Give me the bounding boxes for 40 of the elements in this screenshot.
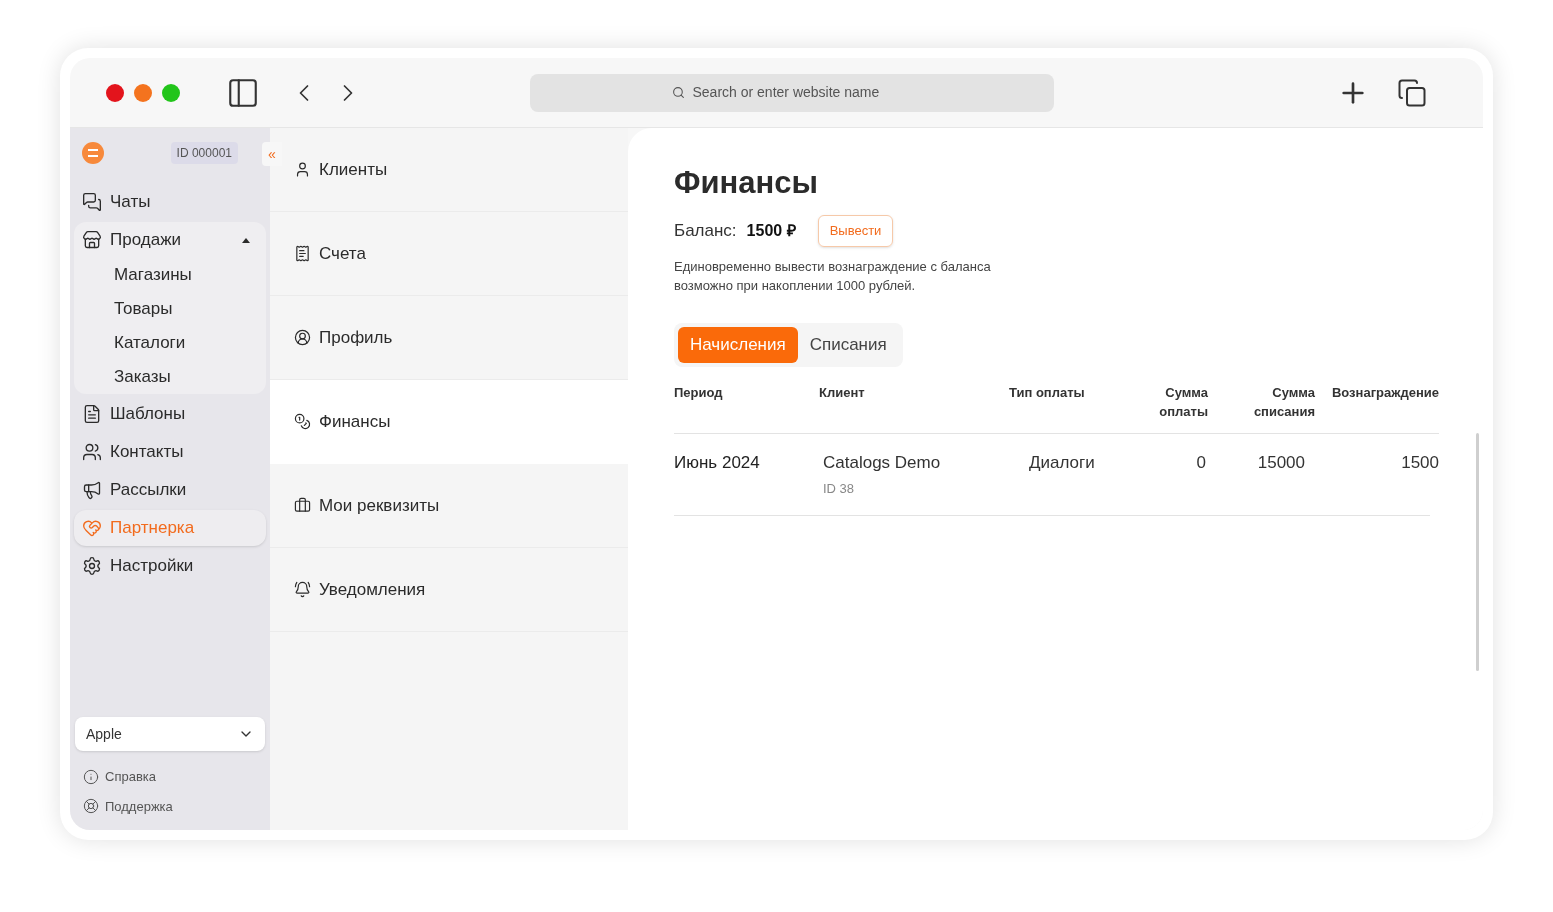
column-header: Сумма оплаты bbox=[1158, 383, 1208, 421]
info-icon bbox=[83, 768, 99, 785]
balance-value: 1500 ₽ bbox=[746, 220, 796, 241]
sidebar-item[interactable]: Шаблоны bbox=[74, 396, 266, 432]
withdraw-note: Единовременно вывести вознаграждение с баланса возможно при накоплении 1000 рублей. bbox=[674, 257, 992, 295]
sidebar-item[interactable]: Контакты bbox=[74, 434, 266, 470]
store-select[interactable]: Apple bbox=[75, 717, 265, 751]
client-id: ID 38 bbox=[823, 480, 856, 498]
sidebar-item[interactable]: Настройки bbox=[74, 548, 266, 584]
column-header: Вознаграждение bbox=[1330, 383, 1439, 402]
submenu-item[interactable]: Финансы bbox=[270, 380, 628, 464]
footer-link[interactable]: Поддержка bbox=[83, 796, 257, 816]
column-header: Сумма списания bbox=[1252, 383, 1315, 421]
table-cell-text: Июнь 2024 bbox=[674, 451, 761, 474]
search-icon bbox=[671, 86, 685, 99]
sidebar-subitem[interactable]: Каталоги bbox=[74, 326, 266, 360]
sidebar-subitem[interactable]: Магазины bbox=[74, 258, 266, 292]
sidebar-item[interactable]: Рассылки bbox=[74, 472, 266, 508]
sidebar-item[interactable]: Чаты bbox=[74, 184, 266, 220]
column-header: Период bbox=[674, 383, 724, 402]
balance-label: Баланс: bbox=[674, 219, 737, 242]
tabs-icon[interactable] bbox=[1397, 77, 1427, 108]
account-id: ID 000001 bbox=[170, 142, 238, 164]
sidebar-item[interactable]: Продажи bbox=[74, 222, 266, 258]
sidebar-subitem[interactable]: Заказы bbox=[74, 360, 266, 394]
tab[interactable]: Списания bbox=[797, 326, 899, 363]
table-cell-text: 0 bbox=[1195, 451, 1207, 474]
sidebar-subitem[interactable]: Товары bbox=[74, 292, 266, 326]
logo-icon bbox=[82, 142, 104, 164]
column-header: Тип оплаты bbox=[1008, 383, 1086, 402]
lifebuoy-icon bbox=[83, 798, 99, 815]
table-cell-text: 15000 bbox=[1256, 451, 1306, 474]
table-cell-text: Диалоги bbox=[1028, 451, 1096, 474]
address-field[interactable]: Search or enter website name bbox=[692, 82, 913, 103]
address-bar[interactable]: Search or enter website name bbox=[530, 73, 1054, 112]
table-cell-text: 1500 bbox=[1400, 451, 1439, 474]
page-title: Финансы bbox=[674, 164, 819, 202]
footer-link[interactable]: Справка bbox=[83, 767, 257, 787]
table-cell-text: Catalogs Demo bbox=[823, 451, 942, 474]
column-header: Клиент bbox=[819, 383, 866, 402]
